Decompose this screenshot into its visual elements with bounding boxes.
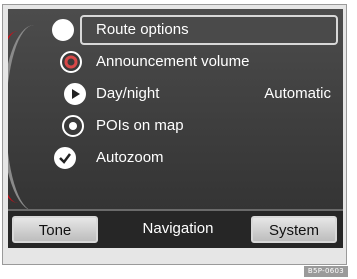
menu-item-announcement-volume[interactable]: Announcement volume — [8, 46, 343, 78]
menu-item-label: Route options — [96, 21, 189, 38]
menu-item-label: POIs on map — [96, 117, 184, 134]
display-screen: Route options Announcement volume Day/ni… — [8, 9, 343, 248]
system-button[interactable]: System — [251, 216, 337, 243]
image-code-label: B5P-0603 — [303, 266, 348, 277]
menu-item-pois-on-map[interactable]: POIs on map — [8, 110, 343, 142]
volume-ring-icon — [60, 51, 82, 73]
radio-selected-icon — [52, 19, 74, 41]
menu-item-day-night[interactable]: Day/night Automatic — [8, 78, 343, 110]
checkbox-checked-icon — [54, 147, 76, 169]
menu-item-label: Day/night — [96, 85, 160, 102]
tone-button[interactable]: Tone — [12, 216, 98, 243]
navigation-tab[interactable]: Navigation — [128, 216, 228, 243]
menu-item-label: Announcement volume — [96, 53, 250, 70]
menu-item-route-options[interactable]: Route options — [8, 14, 343, 46]
play-arrow-icon — [64, 83, 86, 105]
softkey-bar: Tone Navigation System — [8, 209, 343, 248]
menu-item-value: Automatic — [264, 85, 331, 102]
radio-dot-icon — [62, 115, 84, 137]
menu-item-autozoom[interactable]: Autozoom — [8, 142, 343, 174]
menu-item-label: Autozoom — [96, 149, 164, 166]
